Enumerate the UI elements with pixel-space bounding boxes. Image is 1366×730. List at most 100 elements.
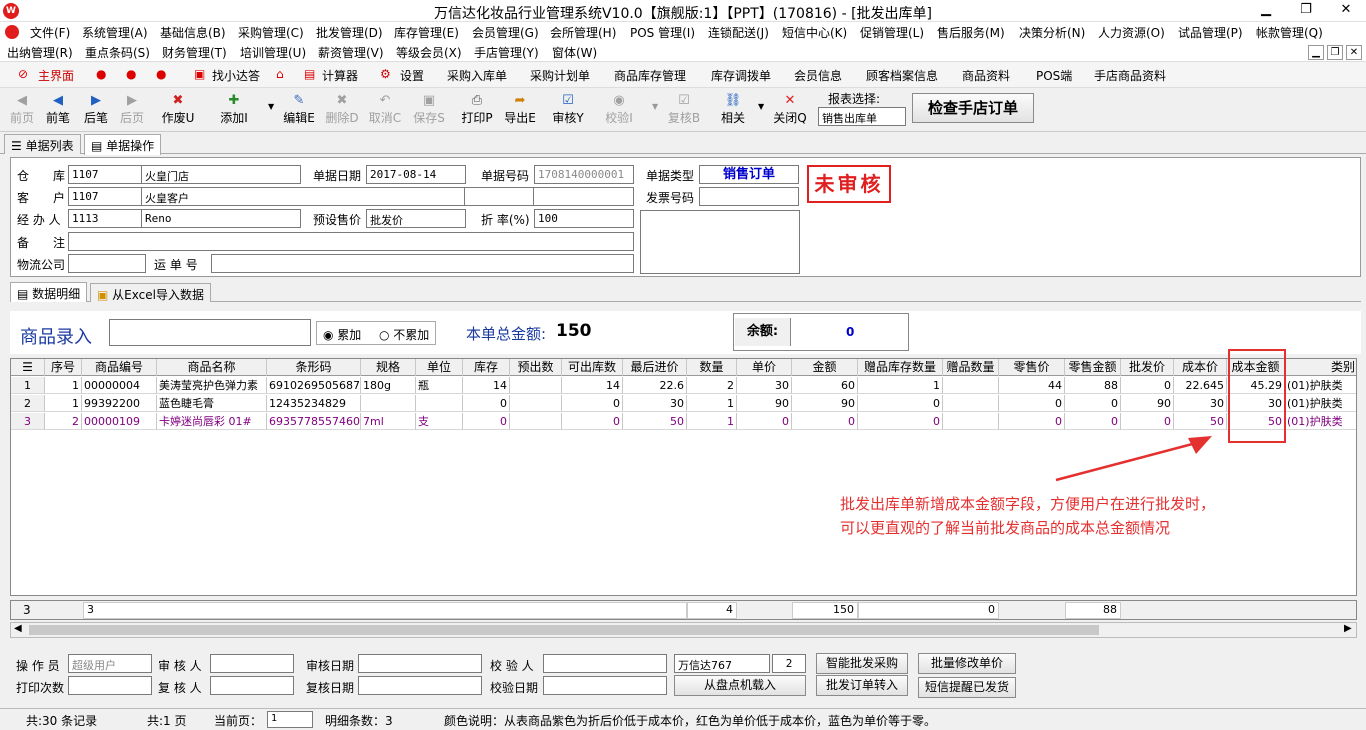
quick-member[interactable]: 会员信息 [794, 67, 842, 84]
col-gift-qty[interactable]: 赠品数量 [943, 359, 999, 376]
scroll-right-icon[interactable]: ▶ [1344, 623, 1352, 634]
warehouse-name-field[interactable]: 火皇门店 [141, 165, 301, 184]
mdi-minimize-icon[interactable]: ▁ [1308, 45, 1324, 60]
menu-window[interactable]: 窗体(W) [552, 44, 597, 61]
delete-button[interactable]: ✖ 删除D [320, 92, 364, 126]
cell-gstock[interactable]: 0 [858, 413, 943, 430]
cell-n[interactable]: 3 [11, 413, 45, 430]
cell-ramt[interactable]: 88 [1065, 377, 1121, 394]
smart-purchase-button[interactable]: 智能批发采购 [816, 653, 908, 674]
col-category[interactable]: 类别 [1285, 359, 1356, 376]
cell-ramt[interactable]: 0 [1065, 395, 1121, 412]
cell-code[interactable]: 00000004 [82, 377, 157, 394]
menu-member[interactable]: 会员管理(G) [472, 24, 539, 41]
last-page-button[interactable]: ▶ 后页 [110, 92, 154, 126]
doc-type-field[interactable]: 销售订单 [699, 165, 799, 184]
convert-order-button[interactable]: 批发订单转入 [816, 675, 908, 696]
menu-training[interactable]: 培训管理(U) [240, 44, 306, 61]
doc-no-field[interactable]: 1708140000001 [534, 165, 634, 184]
cell-n[interactable]: 1 [11, 377, 45, 394]
quick-purchase-plan[interactable]: 采购计划单 [530, 67, 590, 84]
cell-cost[interactable]: 30 [1174, 395, 1227, 412]
related-dropdown-icon[interactable]: ▼ [758, 102, 764, 111]
table-row[interactable]: 2 1 99392200 蓝色睫毛膏 12435234829 0 0 30 1 90 90 0 0 0 90… [11, 395, 1356, 412]
cell-whole[interactable]: 90 [1121, 395, 1174, 412]
quick-shop-product[interactable]: 手店商品资料 [1094, 67, 1166, 84]
cell-ramt[interactable]: 0 [1065, 413, 1121, 430]
col-available[interactable]: 可出库数 [562, 359, 623, 376]
cell-gqty[interactable] [943, 395, 999, 412]
cell-barcode[interactable]: 6910269505687 [267, 377, 361, 394]
menu-hr[interactable]: 人力资源(O) [1098, 24, 1165, 41]
operator-field[interactable]: 超级用户 [68, 654, 152, 673]
cell-avail[interactable]: 0 [562, 395, 623, 412]
col-retail-amount[interactable]: 零售金额 [1065, 359, 1121, 376]
save-button[interactable]: ▣ 保存S [407, 92, 451, 126]
table-row[interactable]: 1 1 00000004 美涛莹亮护色弹力素 6910269505687 180g 瓶 14 1… [11, 377, 1356, 394]
menu-shop[interactable]: 手店管理(Y) [474, 44, 539, 61]
cancel-button[interactable]: ↶ 取消C [363, 92, 407, 126]
remark-field[interactable] [68, 232, 634, 251]
reviewer-field[interactable] [210, 676, 294, 695]
col-spec[interactable]: 规格 [361, 359, 416, 376]
cell-barcode[interactable]: 12435234829 [267, 395, 361, 412]
chat-icon[interactable]: ● [126, 67, 136, 81]
cell-qty[interactable]: 1 [687, 413, 737, 430]
check-date-field[interactable] [543, 676, 667, 695]
warehouse-code-field[interactable]: 1107 [68, 165, 142, 184]
related-button[interactable]: ⛓ 相关 [711, 92, 755, 126]
menu-chain[interactable]: 连锁配送(J) [708, 24, 769, 41]
wxd-field[interactable]: 万信达767 [674, 654, 770, 673]
col-name[interactable]: 商品名称 [157, 359, 267, 376]
mdi-restore-icon[interactable]: ❐ [1327, 45, 1343, 60]
checker-field[interactable] [543, 654, 667, 673]
add-dropdown-icon[interactable]: ▼ [268, 102, 274, 111]
customer-extra-field-2[interactable] [533, 187, 634, 206]
lock-icon[interactable]: ● [96, 67, 106, 81]
col-gift-stock[interactable]: 赠品库存数量 [858, 359, 943, 376]
menu-file[interactable]: 文件(F) [30, 24, 70, 41]
cell-price[interactable]: 0 [737, 413, 792, 430]
cell-gstock[interactable]: 0 [858, 395, 943, 412]
tab-list[interactable]: ☰ 单据列表 [4, 134, 81, 154]
gift-icon[interactable]: ● [156, 67, 166, 81]
quick-pos[interactable]: POS端 [1036, 67, 1072, 84]
menu-sms[interactable]: 短信中心(K) [782, 24, 847, 41]
cell-gqty[interactable] [943, 413, 999, 430]
restore-button[interactable]: ❐ [1286, 0, 1326, 22]
auditor-field[interactable] [210, 654, 294, 673]
check-shop-order-button[interactable]: 检查手店订单 [912, 93, 1034, 123]
cell-unit[interactable] [416, 395, 463, 412]
cell-avail[interactable]: 14 [562, 377, 623, 394]
cell-seq[interactable]: 1 [45, 377, 82, 394]
sms-shipped-button[interactable]: 短信提醒已发货 [918, 677, 1016, 698]
mdi-close-icon[interactable]: ✕ [1346, 45, 1362, 60]
cell-code[interactable]: 00000109 [82, 413, 157, 430]
calc-link[interactable]: 计算器 [322, 67, 358, 84]
customer-name-field[interactable]: 火皇客户 [141, 187, 465, 206]
tab-operation[interactable]: ▤ 单据操作 [84, 134, 162, 155]
cell-cost[interactable]: 22.645 [1174, 377, 1227, 394]
cell-pre[interactable] [510, 395, 562, 412]
menu-barcode[interactable]: 重点条码(S) [85, 44, 150, 61]
col-wholesale[interactable]: 批发价 [1121, 359, 1174, 376]
menu-cashier[interactable]: 出纳管理(R) [7, 44, 73, 61]
audit-date-field[interactable] [358, 654, 482, 673]
cell-qty[interactable]: 1 [687, 395, 737, 412]
col-seq[interactable]: 序号 [45, 359, 82, 376]
cell-stock[interactable]: 0 [463, 395, 510, 412]
home-link[interactable]: 主界面 [38, 67, 74, 84]
table-row[interactable]: 3 2 00000109 卡婷迷尚唇彩 01# 6935778557460 7ml 支 0 0 5… [11, 413, 1356, 430]
review-date-field[interactable] [358, 676, 482, 695]
cell-pre[interactable] [510, 377, 562, 394]
col-pre-out[interactable]: 预出数 [510, 359, 562, 376]
menu-analysis[interactable]: 决策分析(N) [1019, 24, 1085, 41]
menu-system[interactable]: 系统管理(A) [82, 24, 148, 41]
col-amount[interactable]: 金额 [792, 359, 858, 376]
horizontal-scrollbar[interactable]: ◀ ▶ [10, 622, 1357, 638]
scroll-thumb[interactable] [29, 625, 1099, 635]
quick-purchase-in[interactable]: 采购入库单 [447, 67, 507, 84]
cell-price[interactable]: 90 [737, 395, 792, 412]
print-count-field[interactable] [68, 676, 152, 695]
handler-code-field[interactable]: 1113 [68, 209, 142, 228]
